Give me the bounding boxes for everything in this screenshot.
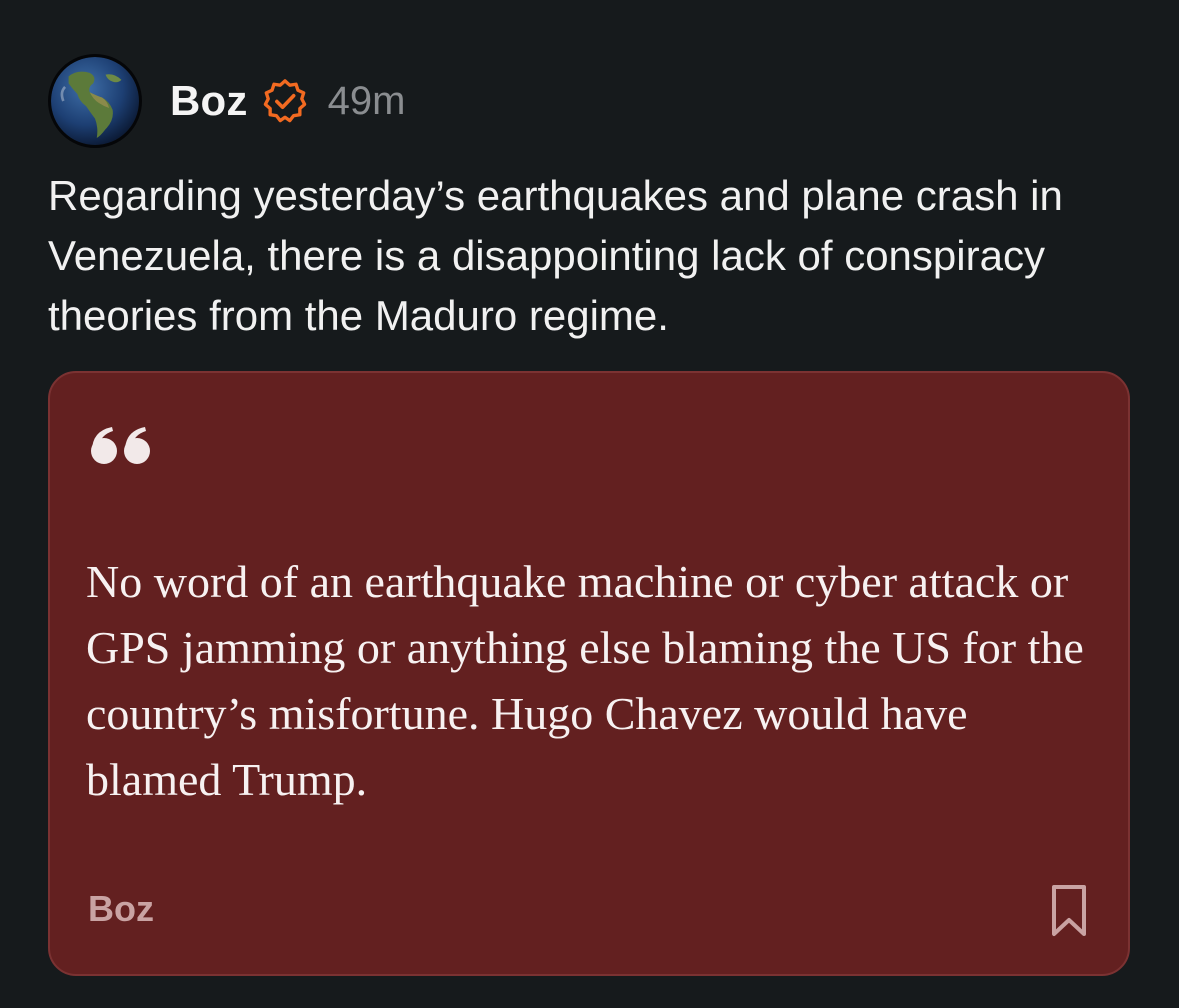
bookmark-icon[interactable] — [1050, 884, 1088, 938]
post-timestamp[interactable]: 49m — [328, 79, 406, 124]
quote-author: Boz — [88, 888, 154, 929]
verified-check-icon — [262, 78, 308, 124]
post-header: Boz 49m — [48, 52, 405, 150]
quote-card[interactable]: No word of an earthquake machine or cybe… — [48, 371, 1130, 976]
avatar[interactable] — [48, 54, 142, 148]
post-body-text: Regarding yesterday’s earthquakes and pl… — [48, 172, 1063, 339]
globe-avatar — [51, 57, 139, 145]
quote-text: No word of an earthquake machine or cybe… — [86, 556, 1084, 805]
author-name[interactable]: Boz — [170, 77, 248, 125]
quote-open-icon — [90, 425, 152, 465]
